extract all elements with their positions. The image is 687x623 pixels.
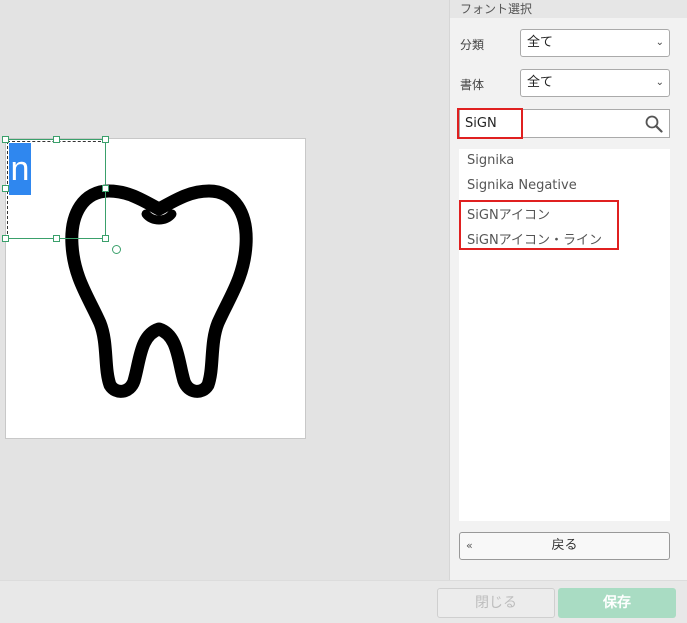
- resize-handle-top-right[interactable]: [102, 136, 109, 143]
- font-panel: フォント選択 分類 全て ⌄ 書体 全て ⌄ Signika Signika N…: [449, 0, 687, 580]
- text-object[interactable]: n: [2, 136, 121, 254]
- rotate-handle[interactable]: [112, 245, 121, 254]
- editor-workspace: n: [0, 0, 449, 580]
- category-label: 分類: [460, 38, 485, 52]
- selected-text[interactable]: n: [9, 143, 31, 195]
- resize-handle-bottom[interactable]: [53, 235, 60, 242]
- typeface-select[interactable]: 全て ⌄: [520, 69, 670, 97]
- chevron-down-icon: ⌄: [655, 37, 664, 48]
- resize-handle-right[interactable]: [102, 185, 109, 192]
- resize-handle-left[interactable]: [2, 185, 9, 192]
- typeface-label: 書体: [460, 78, 485, 92]
- resize-handle-top[interactable]: [53, 136, 60, 143]
- resize-handle-top-left[interactable]: [2, 136, 9, 143]
- close-button[interactable]: 閉じる: [437, 588, 555, 618]
- category-value: 全て: [527, 35, 554, 50]
- search-icon[interactable]: [645, 115, 663, 133]
- font-item-signika[interactable]: Signika: [467, 153, 514, 168]
- resize-handle-bottom-left[interactable]: [2, 235, 9, 242]
- back-button[interactable]: « 戻る: [459, 532, 670, 560]
- search-highlight-annotation: [457, 108, 523, 139]
- chevron-down-icon: ⌄: [655, 77, 664, 88]
- resize-handle-bottom-right[interactable]: [102, 235, 109, 242]
- panel-title: フォント選択: [450, 0, 687, 18]
- back-label: 戻る: [551, 538, 578, 553]
- font-highlight-annotation: [459, 200, 619, 250]
- category-select[interactable]: 全て ⌄: [520, 29, 670, 57]
- font-item-signika-negative[interactable]: Signika Negative: [467, 178, 577, 193]
- save-button[interactable]: 保存: [558, 588, 676, 618]
- typeface-value: 全て: [527, 75, 554, 90]
- dialog-footer: 閉じる 保存: [0, 580, 687, 623]
- double-chevron-left-icon: «: [466, 539, 473, 552]
